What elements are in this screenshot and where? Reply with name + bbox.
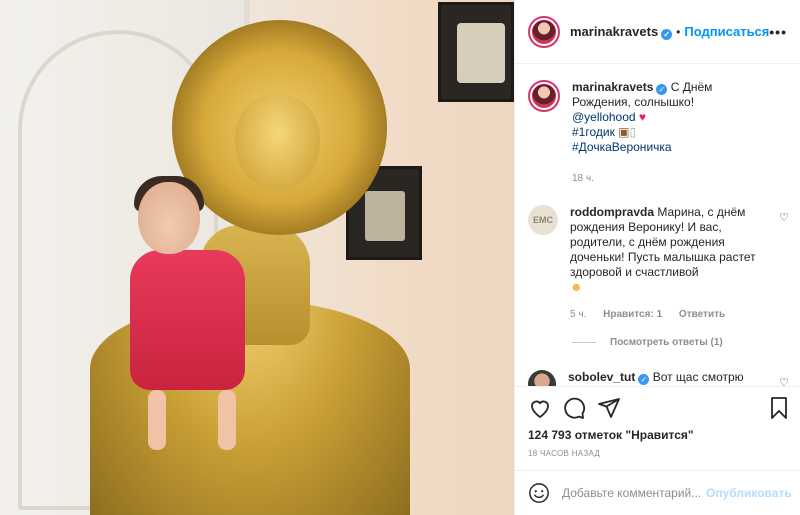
comment-input[interactable] (562, 486, 702, 500)
caption: marinakravets ✓ С Днём Рождения, солнышко… (528, 80, 772, 186)
view-replies-button[interactable]: Посмотреть ответы (1) (572, 337, 723, 348)
post-time: 18 часов назад (528, 449, 601, 458)
post-side-panel: marinakravets ✓ • Подписаться ••• marinak… (514, 0, 800, 515)
cake-emoji-icon: ▣ (618, 125, 630, 139)
commenter-username[interactable]: sobolev_tut (568, 370, 635, 384)
baby-leg (218, 390, 236, 450)
caption-hashtag[interactable]: #ДочкаВероничка (572, 140, 672, 154)
action-bar (515, 388, 800, 428)
comment-time: 5 ч. (570, 309, 587, 320)
verified-icon: ✓ (638, 374, 650, 385)
post-header: marinakravets ✓ • Подписаться ••• (515, 0, 800, 64)
bottle-emoji-icon: ▯ (629, 125, 637, 139)
commenter-username[interactable]: roddompravda (570, 205, 654, 219)
comment-like-icon[interactable]: ♡ (779, 211, 789, 224)
add-comment-bar: Опубликовать (515, 470, 800, 515)
more-icon[interactable]: ••• (769, 24, 787, 40)
author-avatar[interactable] (528, 80, 560, 112)
wall-frame-picture (365, 191, 405, 241)
caption-body: marinakravets ✓ С Днём Рождения, солнышко… (572, 80, 772, 186)
commenter-avatar[interactable] (528, 370, 556, 386)
comment-likes[interactable]: Нравится: 1 (603, 309, 662, 320)
share-icon[interactable] (597, 396, 621, 420)
comment-like-icon[interactable]: ♡ (779, 376, 789, 386)
smile-icon[interactable] (528, 482, 550, 504)
comment-text: Вот щас смотрю (652, 370, 744, 384)
author-username[interactable]: marinakravets ✓ (570, 24, 673, 40)
golden-mask (235, 95, 320, 190)
commenter-avatar[interactable]: EMC (528, 205, 558, 235)
caption-hashtag[interactable]: #1годик (572, 125, 615, 139)
likes-count[interactable]: 124 793 отметок "Нравится" (528, 428, 694, 442)
hug-emoji-icon: ☻ (570, 280, 583, 294)
author-avatar[interactable] (528, 15, 560, 48)
publish-button[interactable]: Опубликовать (706, 486, 792, 500)
separator-dot: • (676, 24, 681, 39)
verified-icon: ✓ (661, 28, 673, 40)
bookmark-icon[interactable] (767, 396, 791, 420)
baby-body (130, 250, 245, 390)
heart-icon[interactable] (528, 396, 552, 420)
caption-mention[interactable]: @yellohood (572, 110, 636, 124)
comment-icon[interactable] (562, 396, 586, 420)
comment-body: roddompravda Марина, с днём рождения Вер… (570, 205, 760, 322)
reply-button[interactable]: Ответить (679, 309, 725, 320)
comment: sobolev_tut ✓ Вот щас смотрю (528, 370, 758, 386)
verified-icon: ✓ (656, 84, 668, 95)
follow-button[interactable]: Подписаться (684, 24, 769, 39)
post-photo[interactable] (0, 0, 514, 515)
wall-frame-picture (457, 23, 505, 83)
comments-list[interactable]: marinakravets ✓ С Днём Рождения, солнышко… (515, 65, 800, 387)
baby-legs (140, 380, 250, 450)
comment-body: sobolev_tut ✓ Вот щас смотрю (568, 370, 758, 386)
wall-frame (438, 2, 514, 102)
replies-line (572, 342, 596, 343)
baby-head (138, 182, 200, 254)
comment: EMC roddompravda Марина, с днём рождения… (528, 205, 760, 322)
caption-username[interactable]: marinakravets (572, 80, 653, 94)
baby-leg (148, 390, 166, 450)
comment-meta: 5 ч. Нравится: 1 Ответить (570, 307, 760, 322)
heart-emoji-icon: ♥ (638, 110, 647, 124)
caption-time: 18 ч. (572, 173, 594, 184)
view-replies-label: Посмотреть ответы (1) (610, 337, 723, 348)
